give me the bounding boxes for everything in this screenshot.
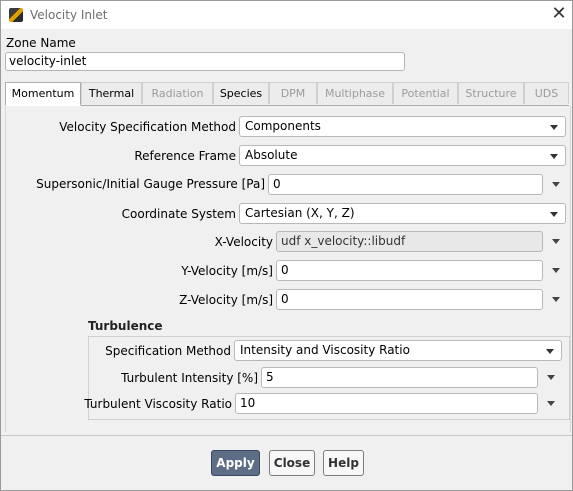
tab-multiphase[interactable]: Multiphase <box>317 82 393 104</box>
chevron-down-icon <box>550 125 558 130</box>
title-bar: Velocity Inlet ✕ <box>1 1 572 29</box>
tab-species[interactable]: Species <box>213 82 269 104</box>
y-velocity-input[interactable]: 0 <box>276 260 543 281</box>
z-velocity-label: Z-Velocity [m/s] <box>179 293 273 307</box>
gauge-pressure-dropdown-icon[interactable] <box>549 178 563 192</box>
apply-button[interactable]: Apply <box>211 450 260 476</box>
y-velocity-dropdown-icon[interactable] <box>549 264 563 278</box>
zone-name-input[interactable]: velocity-inlet <box>5 52 405 71</box>
tab-dpm[interactable]: DPM <box>269 82 317 104</box>
zone-name-label: Zone Name <box>6 36 76 50</box>
turbulence-spec-label: Specification Method <box>105 344 231 358</box>
tab-thermal[interactable]: Thermal <box>81 82 142 104</box>
turbulent-intensity-dropdown-icon[interactable] <box>544 371 558 385</box>
reference-frame-dropdown[interactable]: Absolute <box>239 145 566 166</box>
tab-momentum[interactable]: Momentum <box>5 82 81 106</box>
tab-structure[interactable]: Structure <box>458 82 524 104</box>
close-button[interactable]: Close <box>269 450 315 476</box>
chevron-down-icon <box>550 212 558 217</box>
x-velocity-label: X-Velocity <box>214 235 273 249</box>
footer-divider <box>1 435 572 436</box>
turbulent-viscosity-ratio-input[interactable]: 10 <box>235 393 538 414</box>
turbulent-intensity-label: Turbulent Intensity [%] <box>121 371 258 385</box>
close-icon[interactable]: ✕ <box>548 3 570 25</box>
coordinate-system-value: Cartesian (X, Y, Z) <box>245 206 355 220</box>
turbulent-viscosity-ratio-dropdown-icon[interactable] <box>544 397 558 411</box>
velocity-spec-value: Components <box>245 119 321 133</box>
x-velocity-input[interactable]: udf x_velocity::libudf <box>276 231 543 252</box>
coordinate-system-label: Coordinate System <box>121 207 236 221</box>
velocity-spec-label: Velocity Specification Method <box>59 120 236 134</box>
gauge-pressure-input[interactable]: 0 <box>268 174 543 195</box>
tab-radiation[interactable]: Radiation <box>142 82 213 104</box>
reference-frame-label: Reference Frame <box>134 149 236 163</box>
momentum-panel: Velocity Specification Method Components… <box>5 106 571 432</box>
coordinate-system-dropdown[interactable]: Cartesian (X, Y, Z) <box>239 203 566 224</box>
turbulence-spec-dropdown[interactable]: Intensity and Viscosity Ratio <box>234 340 562 361</box>
turbulence-group-title: Turbulence <box>88 319 163 333</box>
velocity-inlet-dialog: Velocity Inlet ✕ Zone Name velocity-inle… <box>0 0 573 491</box>
z-velocity-dropdown-icon[interactable] <box>549 293 563 307</box>
help-button[interactable]: Help <box>323 450 364 476</box>
tab-bar: Momentum Thermal Radiation Species DPM M… <box>5 82 569 106</box>
fluent-app-icon <box>9 8 23 22</box>
turbulence-spec-value: Intensity and Viscosity Ratio <box>240 343 410 357</box>
window-title: Velocity Inlet <box>30 8 108 22</box>
tab-potential[interactable]: Potential <box>393 82 458 104</box>
turbulent-viscosity-ratio-label: Turbulent Viscosity Ratio <box>84 397 232 411</box>
turbulent-intensity-input[interactable]: 5 <box>261 367 538 388</box>
x-velocity-dropdown-icon[interactable] <box>549 235 563 249</box>
gauge-pressure-label: Supersonic/Initial Gauge Pressure [Pa] <box>36 177 265 191</box>
chevron-down-icon <box>550 154 558 159</box>
z-velocity-input[interactable]: 0 <box>276 289 543 310</box>
velocity-spec-dropdown[interactable]: Components <box>239 116 566 137</box>
reference-frame-value: Absolute <box>245 148 298 162</box>
tab-uds[interactable]: UDS <box>524 82 569 104</box>
y-velocity-label: Y-Velocity [m/s] <box>181 264 273 278</box>
chevron-down-icon <box>546 349 554 354</box>
